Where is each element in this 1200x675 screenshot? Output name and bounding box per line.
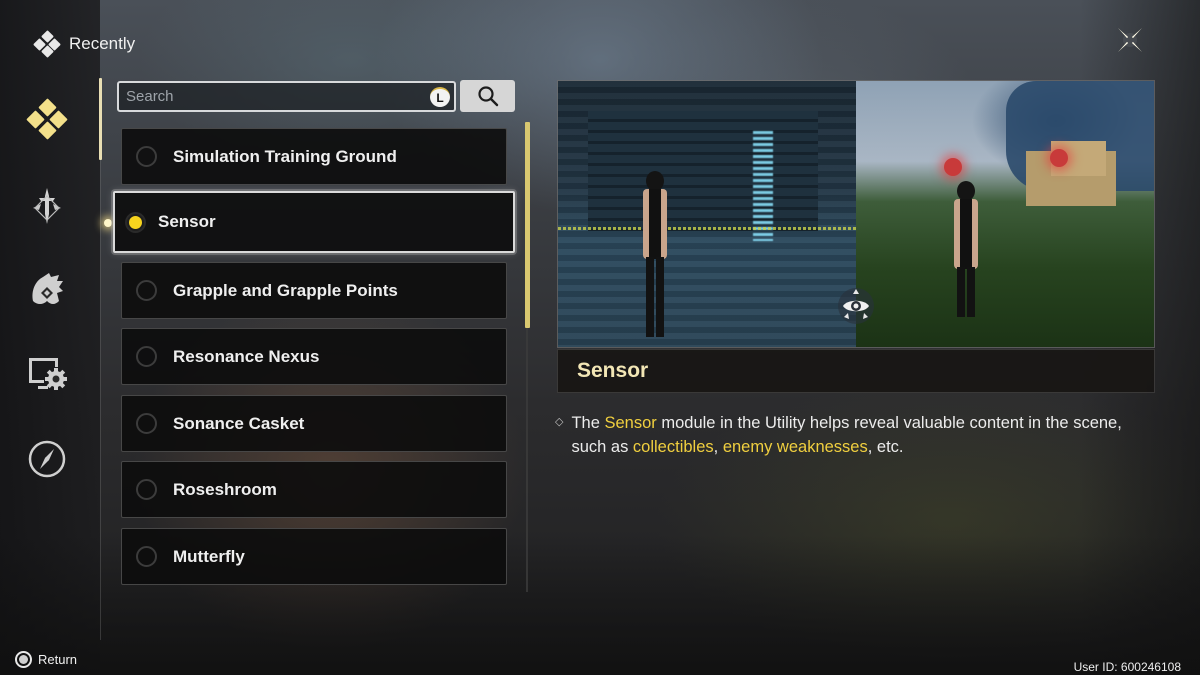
- scene-field: [856, 81, 1154, 347]
- list-item-label: Mutterfly: [173, 546, 245, 566]
- list-item[interactable]: Roseshroom: [121, 461, 507, 518]
- sword-icon: [33, 188, 61, 224]
- sidebar-item-system[interactable]: [24, 350, 70, 396]
- keybind-hint-icon: L: [430, 86, 450, 107]
- search-input[interactable]: [126, 88, 430, 105]
- radio-icon: [136, 413, 157, 434]
- return-label: Return: [38, 652, 78, 667]
- diamond-cluster-icon: [33, 30, 61, 58]
- monster-icon: [32, 273, 63, 304]
- scene-city: [558, 81, 856, 347]
- sidebar-active-indicator: [99, 78, 102, 160]
- scene-scan-line: [558, 227, 856, 230]
- sensor-icon: [838, 288, 874, 324]
- sidebar-item-exploration[interactable]: [24, 436, 70, 482]
- sidebar-item-recently[interactable]: [24, 96, 70, 142]
- radio-icon: [136, 346, 157, 367]
- user-id: User ID: 600246108: [1073, 660, 1181, 674]
- bullet-diamond-icon: ◇: [555, 416, 564, 428]
- scene-stairs: [588, 111, 818, 231]
- list-item-label: Sensor: [158, 212, 216, 231]
- list-item-selected[interactable]: Sensor: [113, 191, 515, 253]
- list-item-label: Sonance Casket: [173, 413, 305, 433]
- sidebar-item-enemies[interactable]: [24, 266, 70, 312]
- detail-description: ◇ The Sensor module in the Utility helps…: [555, 411, 1135, 459]
- sidebar-divider: [100, 80, 101, 640]
- selection-glow: [104, 219, 112, 227]
- monitor-gear-icon: [29, 358, 67, 390]
- scene-character: [640, 171, 670, 341]
- close-x-icon: [1118, 28, 1142, 52]
- page-title: Recently: [69, 34, 136, 53]
- radio-icon: [136, 479, 157, 500]
- list-item-label: Simulation Training Ground: [173, 146, 397, 166]
- list-item[interactable]: Grapple and Grapple Points: [121, 262, 507, 319]
- description-part: , etc.: [867, 438, 904, 456]
- scene-character: [951, 181, 981, 347]
- detail-title-bar: Sensor: [557, 349, 1155, 393]
- tutorial-illustration: [557, 80, 1155, 348]
- list-item-label: Grapple and Grapple Points: [173, 280, 398, 300]
- list-item[interactable]: Mutterfly: [121, 528, 507, 585]
- radio-selected-icon: [127, 213, 144, 231]
- radio-icon: [136, 146, 157, 167]
- search-button[interactable]: [460, 80, 515, 112]
- close-button[interactable]: [1112, 22, 1148, 58]
- list-item-label: Roseshroom: [173, 479, 277, 499]
- return-button[interactable]: Return: [15, 651, 77, 668]
- list-item-label: Resonance Nexus: [173, 346, 320, 366]
- scene-hologram: [753, 131, 773, 241]
- description-part: The: [571, 414, 605, 432]
- list-item[interactable]: Simulation Training Ground: [121, 128, 507, 185]
- list-item[interactable]: Resonance Nexus: [121, 328, 507, 385]
- compass-icon: [28, 440, 66, 478]
- sidebar-item-combat[interactable]: [24, 183, 70, 229]
- highlight-sensor: Sensor: [604, 414, 657, 432]
- radio-icon: [136, 280, 157, 301]
- highlight-enemy-weaknesses: enemy weaknesses: [722, 438, 868, 456]
- description-part: ,: [713, 438, 723, 456]
- detail-title: Sensor: [577, 359, 649, 382]
- page-header: Recently: [33, 30, 135, 58]
- collectible-marker-icon: [1050, 149, 1068, 167]
- radio-icon: [136, 546, 157, 567]
- search-icon: [477, 86, 498, 107]
- diamond-cluster-icon: [26, 98, 68, 140]
- controller-button-icon: [15, 651, 32, 668]
- collectible-marker-icon: [944, 158, 962, 176]
- search-field[interactable]: L: [117, 81, 456, 112]
- highlight-collectibles: collectibles: [632, 438, 714, 456]
- list-item[interactable]: Sonance Casket: [121, 395, 507, 452]
- description-text: The Sensor module in the Utility helps r…: [571, 411, 1135, 459]
- scrollbar-thumb[interactable]: [525, 122, 530, 328]
